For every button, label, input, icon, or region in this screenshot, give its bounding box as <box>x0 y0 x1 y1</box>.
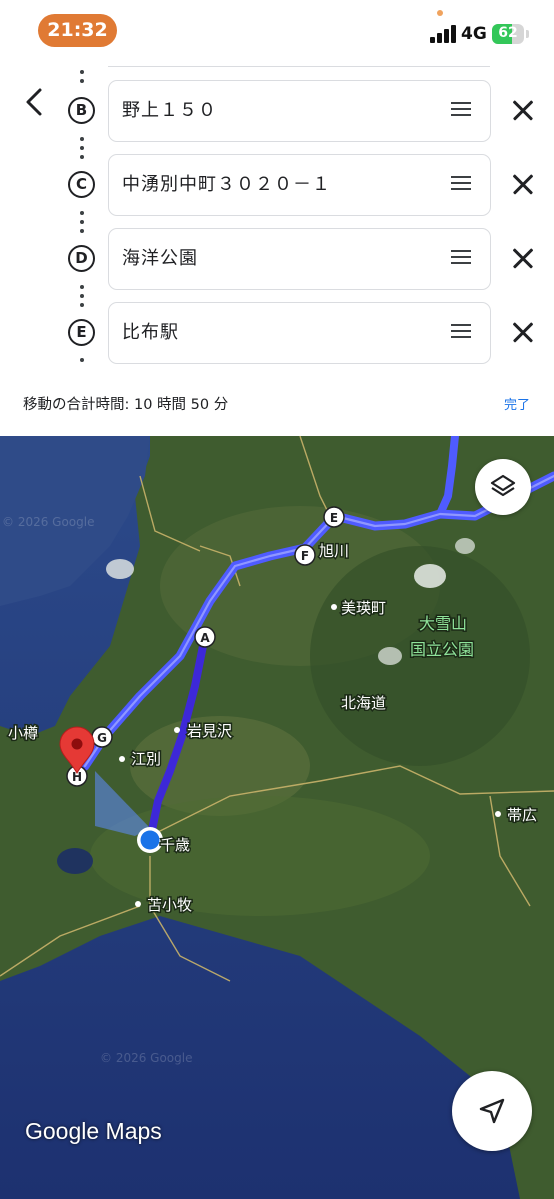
stop-field-d[interactable]: 海洋公園 <box>108 228 491 290</box>
stop-name: 中湧別中町３０２０－１ <box>122 174 331 195</box>
route-connector-dots <box>80 137 84 164</box>
stop-name: 海洋公園 <box>122 248 198 269</box>
stop-name: 比布駅 <box>122 322 179 343</box>
stop-letter-badge: C <box>68 171 95 198</box>
route-marker-g[interactable]: G <box>91 726 113 748</box>
route-marker-f[interactable]: F <box>294 544 316 566</box>
place-label-chitose: 千歳 <box>160 836 190 854</box>
snow-patch <box>378 647 402 665</box>
remove-stop-button[interactable] <box>506 316 540 350</box>
route-connector-dots <box>80 211 84 238</box>
route-marker-e[interactable]: E <box>323 506 345 528</box>
route-connector-dots <box>80 285 84 312</box>
battery-percentage: 62 <box>498 25 518 41</box>
route-connector-dots <box>80 358 84 367</box>
place-label-hokkaido: 北海道 <box>341 694 386 712</box>
drag-handle-icon[interactable] <box>451 102 473 120</box>
snow-patch <box>414 564 446 588</box>
svg-text:A: A <box>200 631 210 645</box>
stop-field-e[interactable]: 比布駅 <box>108 302 491 364</box>
done-button[interactable]: 完了 <box>504 394 530 413</box>
status-time: 21:32 <box>38 14 117 47</box>
lake <box>57 848 93 874</box>
total-travel-time: 移動の合計時間: 10 時間 50 分 <box>23 397 229 413</box>
svg-text:G: G <box>97 731 107 745</box>
stop-name: 野上１５０ <box>122 100 217 121</box>
svg-text:E: E <box>330 511 338 525</box>
stop-field-b[interactable]: 野上１５０ <box>108 80 491 142</box>
recenter-navigate-button[interactable] <box>452 1071 532 1151</box>
place-label-national-park: 国立公園 <box>410 640 474 659</box>
map-watermark: © 2026 Google <box>100 1051 192 1065</box>
remove-stop-button[interactable] <box>506 94 540 128</box>
chevron-left-icon <box>26 88 42 116</box>
remove-stop-button[interactable] <box>506 242 540 276</box>
place-label-ebetsu: 江別 <box>131 750 161 768</box>
place-label-iwamizawa: 岩見沢 <box>187 722 232 740</box>
navigation-arrow-icon <box>479 1098 505 1124</box>
terrain-patch <box>90 796 430 916</box>
network-type: 4G <box>461 24 487 44</box>
google-maps-logo: Google Maps <box>25 1118 162 1144</box>
snow-patch <box>106 559 134 579</box>
place-label-asahikawa: 旭川 <box>319 542 349 560</box>
svg-text:F: F <box>301 549 309 563</box>
drag-handle-icon[interactable] <box>451 176 473 194</box>
battery-tip <box>526 30 529 38</box>
route-connector-dots <box>80 70 84 88</box>
back-button[interactable] <box>12 80 56 124</box>
place-label-otaru: 小樽 <box>8 724 38 742</box>
place-label-daisetsuzan: 大雪山 <box>419 614 467 633</box>
place-label-obihiro: 帯広 <box>507 806 537 824</box>
place-label-biei: 美瑛町 <box>341 599 386 617</box>
drag-handle-icon[interactable] <box>451 324 473 342</box>
route-marker-a[interactable]: A <box>194 626 216 648</box>
stop-letter-badge: E <box>68 319 95 346</box>
layers-button[interactable] <box>475 459 531 515</box>
stop-field-c[interactable]: 中湧別中町３０２０－１ <box>108 154 491 216</box>
status-bar: 21:32 4G 62 <box>0 0 554 62</box>
battery-icon: 62 <box>492 24 524 44</box>
privacy-indicator-dot <box>437 10 443 16</box>
layers-icon <box>490 474 516 497</box>
place-label-tomakomai: 苫小牧 <box>147 896 192 914</box>
drag-handle-icon[interactable] <box>451 250 473 268</box>
map-watermark: © 2026 Google <box>2 515 94 529</box>
panel-top-divider <box>108 66 490 67</box>
remove-stop-button[interactable] <box>506 168 540 202</box>
snow-patch <box>455 538 475 554</box>
signal-strength-icon <box>430 25 456 43</box>
stop-letter-badge: D <box>68 245 95 272</box>
stop-letter-badge: B <box>68 97 95 124</box>
